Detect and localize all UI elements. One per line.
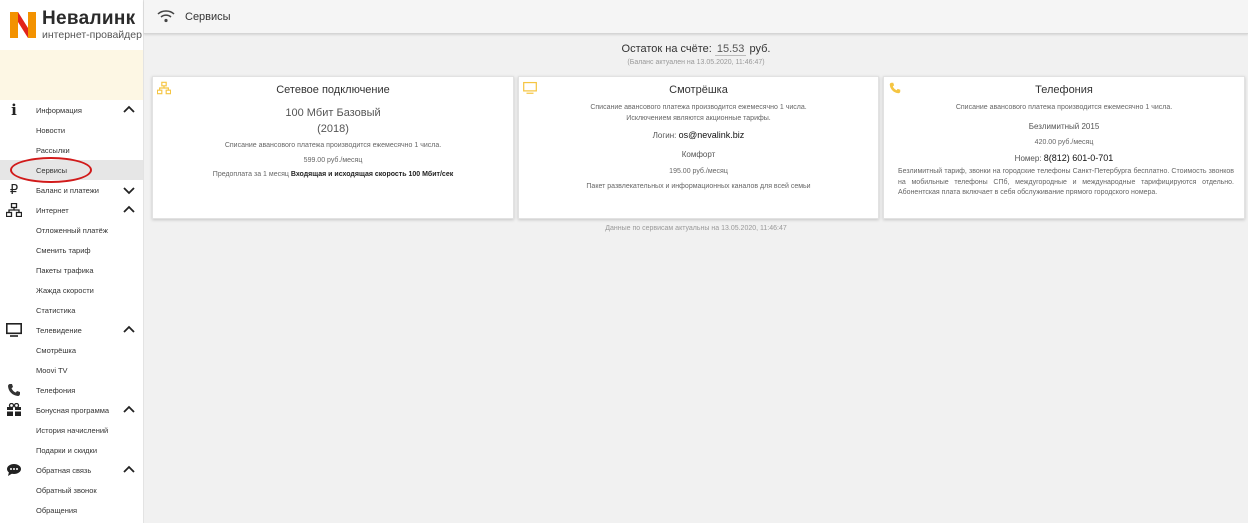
sidebar-item-appeals[interactable]: Обращения (0, 500, 143, 520)
sidebar-section-label: Обратная связь (36, 465, 92, 475)
sidebar-item-moovi-tv[interactable]: Moovi TV (0, 360, 143, 380)
sidebar: Невалинк интернет-провайдер i Информация… (0, 0, 144, 523)
balance: Остаток на счёте: 15.53 руб. (144, 43, 1248, 56)
promo-note: Исключением являются акционные тарифы. (626, 115, 771, 122)
login-value: os@nevalink.biz (678, 130, 745, 140)
tariff-description: Безлимитный тариф, звонки на городские т… (898, 168, 1234, 196)
nevalink-logo-icon (10, 12, 36, 38)
sidebar-item-smotreshka[interactable]: Смотрёшка (0, 340, 143, 360)
chevron-up-icon[interactable] (123, 104, 135, 116)
sidebar-section-label: Телевидение (36, 325, 82, 335)
prepay-value: Входящая и исходящая скорость 100 Мбит/с… (290, 171, 454, 178)
sidebar-item-callback[interactable]: Обратный звонок (0, 480, 143, 500)
prepay-line: Предоплата за 1 месяц Входящая и исходящ… (153, 171, 513, 178)
tariff-name: 100 Мбит Базовый (285, 107, 381, 119)
tariff-name: Безлимитный 2015 (1028, 122, 1100, 131)
chevron-up-icon[interactable] (123, 404, 135, 416)
sidebar-item-traffic-packages[interactable]: Пакеты трафика (0, 260, 143, 280)
sidebar-item-change-tariff[interactable]: Сменить тариф (0, 240, 143, 260)
chat-icon (7, 464, 21, 476)
sidebar-section-balance[interactable]: ₽ Баланс и платежи (0, 180, 143, 200)
info-icon: i (11, 101, 17, 119)
phone-icon (8, 384, 20, 396)
promo-banner (0, 50, 143, 100)
brand-tagline: интернет-провайдер (42, 29, 142, 42)
balance-currency: руб. (749, 43, 771, 55)
tariff-price: 195.00 руб./месяц (669, 168, 728, 175)
tv-icon (6, 323, 22, 337)
number-value: 8(812) 601-0-701 (1043, 153, 1114, 163)
main-content: Остаток на счёте: 15.53 руб. (Баланс акт… (144, 35, 1248, 523)
tariff-description: Пакет развлекательных и информационных к… (586, 183, 811, 190)
prepay-label: Предоплата за 1 месяц (212, 171, 289, 178)
services-updated-note: Данные по сервисам актуальны на 13.05.20… (605, 225, 787, 232)
top-bar: Сервисы (144, 0, 1248, 34)
tariff-name: Комфорт (681, 150, 716, 159)
wifi-icon (157, 10, 175, 23)
chevron-up-icon[interactable] (123, 464, 135, 476)
sidebar-section-internet[interactable]: Интернет (0, 200, 143, 220)
card-title: Сетевое подключение (276, 84, 390, 96)
logo[interactable]: Невалинк интернет-провайдер (0, 0, 143, 50)
sidebar-item-speed[interactable]: Жажда скорости (0, 280, 143, 300)
sidebar-section-telephony[interactable]: Телефония (0, 380, 143, 400)
payment-note: Списание авансового платежа производится… (590, 104, 807, 111)
service-card-internet: Сетевое подключение 100 Мбит Базовый (20… (152, 76, 514, 219)
login-line: Логин: os@nevalink.biz (519, 130, 878, 140)
sidebar-item-mailings[interactable]: Рассылки (0, 140, 143, 160)
sidebar-item-gifts-discounts[interactable]: Подарки и скидки (0, 440, 143, 460)
payment-note: Списание авансового платежа производится… (955, 104, 1173, 111)
balance-updated: (Баланс актуален на 13.05.2020, 11:46:47… (627, 59, 765, 66)
sidebar-item-services[interactable]: Сервисы (0, 160, 143, 180)
brand-name: Невалинк (42, 8, 136, 30)
number-label: Номер: (1014, 154, 1042, 163)
network-icon (6, 203, 22, 217)
sidebar-section-label: Информация (36, 105, 82, 115)
chevron-up-icon[interactable] (123, 324, 135, 336)
sidebar-item-deferred-payment[interactable]: Отложенный платёж (0, 220, 143, 240)
service-card-telephony: Телефония Списание авансового платежа пр… (883, 76, 1245, 219)
gift-icon (7, 403, 21, 416)
sidebar-item-statistics[interactable]: Статистика (0, 300, 143, 320)
payment-note: Списание авансового платежа производится… (224, 142, 442, 149)
sidebar-section-label: Бонусная программа (36, 405, 110, 415)
sidebar-section-tv[interactable]: Телевидение (0, 320, 143, 340)
sidebar-section-info[interactable]: i Информация (0, 100, 143, 120)
sidebar-section-bonus[interactable]: Бонусная программа (0, 400, 143, 420)
tariff-price: 599.00 руб./месяц (303, 157, 363, 164)
sidebar-section-label: Телефония (36, 385, 76, 395)
card-title: Смотрёшка (669, 84, 728, 96)
balance-label: Остаток на счёте: (621, 43, 712, 55)
service-card-tv: Смотрёшка Списание авансового платежа пр… (518, 76, 879, 219)
tariff-price: 420.00 руб./месяц (1034, 139, 1094, 146)
balance-amount[interactable]: 15.53 (714, 43, 747, 56)
page-title: Сервисы (185, 10, 231, 23)
chevron-down-icon[interactable] (123, 184, 135, 196)
sidebar-item-accrual-history[interactable]: История начислений (0, 420, 143, 440)
sidebar-section-label: Баланс и платежи (36, 185, 99, 195)
card-title: Телефония (1035, 84, 1093, 96)
chevron-up-icon[interactable] (123, 204, 135, 216)
number-line: Номер: 8(812) 601-0-701 (884, 153, 1244, 163)
tariff-year: (2018) (317, 123, 349, 135)
ruble-icon: ₽ (9, 182, 19, 197)
sidebar-section-label: Интернет (36, 205, 69, 215)
sidebar-nav: i Информация Новости Рассылки Сервисы ₽ … (0, 100, 143, 520)
sidebar-item-news[interactable]: Новости (0, 120, 143, 140)
sidebar-section-feedback[interactable]: Обратная связь (0, 460, 143, 480)
login-label: Логин: (652, 131, 677, 140)
